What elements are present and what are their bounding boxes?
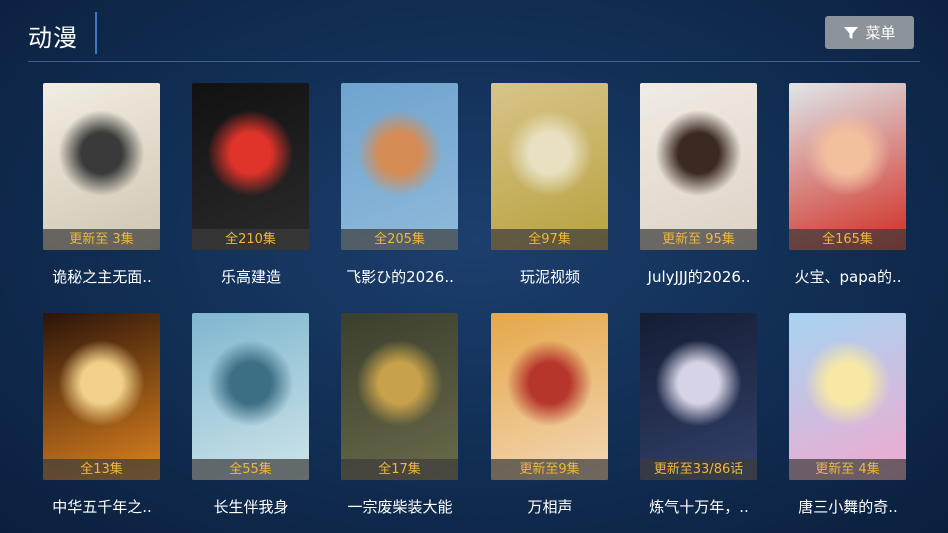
video-title: 中华五千年之.. <box>52 498 152 516</box>
poster-art <box>789 83 906 250</box>
poster-image[interactable]: 全210集 <box>192 83 309 250</box>
episode-badge: 全205集 <box>341 229 458 250</box>
poster-image[interactable]: 全13集 <box>43 313 160 480</box>
poster-image[interactable]: 全97集 <box>491 83 608 250</box>
video-title: 玩泥视频 <box>519 268 580 286</box>
video-title: 诡秘之主无面.. <box>52 268 152 286</box>
video-title: 飞影ひ的2026.. <box>346 268 454 286</box>
episode-badge: 全55集 <box>192 459 309 480</box>
poster-image[interactable]: 更新至 3集 <box>43 83 160 250</box>
poster-art <box>640 313 757 480</box>
poster-image[interactable]: 全205集 <box>341 83 458 250</box>
poster-art <box>789 313 906 480</box>
poster-image[interactable]: 更新至9集 <box>491 313 608 480</box>
poster-art <box>640 83 757 250</box>
video-title: 一宗废柴装大能 <box>347 498 453 516</box>
poster-art <box>341 83 458 250</box>
video-title: JulyJJJ的2026.. <box>647 268 751 286</box>
poster-art <box>192 313 309 480</box>
episode-badge: 更新至9集 <box>491 459 608 480</box>
episode-badge: 全13集 <box>43 459 160 480</box>
video-title: 唐三小舞的奇.. <box>798 498 898 516</box>
video-grid: 更新至 3集 诡秘之主无面.. 全210集乐高建造 全205集飞影ひ的2026.. 全9… <box>0 0 948 533</box>
episode-badge: 更新至33/86话 <box>640 459 757 480</box>
poster-image[interactable]: 更新至33/86话 <box>640 313 757 480</box>
video-title: 乐高建造 <box>220 268 281 286</box>
poster-image[interactable]: 全17集 <box>341 313 458 480</box>
episode-badge: 全165集 <box>789 229 906 250</box>
poster-image[interactable]: 更新至 95集 <box>640 83 757 250</box>
episode-badge: 更新至 4集 <box>789 459 906 480</box>
episode-badge: 全210集 <box>192 229 309 250</box>
episode-badge: 全17集 <box>341 459 458 480</box>
video-title: 火宝、papa的.. <box>794 268 902 286</box>
episode-badge: 全97集 <box>491 229 608 250</box>
poster-art <box>43 313 160 480</box>
poster-art <box>192 83 309 250</box>
poster-image[interactable]: 全165集 <box>789 83 906 250</box>
poster-art <box>491 83 608 250</box>
episode-badge: 更新至 3集 <box>43 229 160 250</box>
poster-art <box>341 313 458 480</box>
video-title: 炼气十万年，.. <box>649 498 749 516</box>
poster-art <box>491 313 608 480</box>
poster-image[interactable]: 全55集 <box>192 313 309 480</box>
poster-image[interactable]: 更新至 4集 <box>789 313 906 480</box>
video-title: 长生伴我身 <box>213 498 289 516</box>
poster-art <box>43 83 160 250</box>
video-title: 万相声 <box>527 498 573 516</box>
episode-badge: 更新至 95集 <box>640 229 757 250</box>
